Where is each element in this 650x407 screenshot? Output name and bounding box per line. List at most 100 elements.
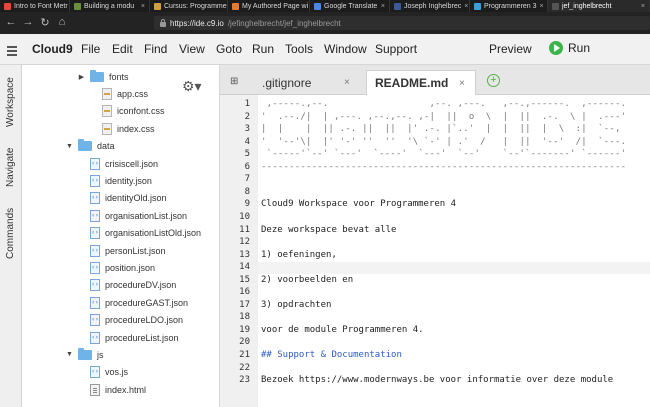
- close-icon[interactable]: ×: [381, 3, 385, 10]
- tree-file[interactable]: ‹› organisationListOld.json: [78, 225, 201, 242]
- chevron-down-icon[interactable]: ▼: [66, 143, 73, 150]
- menu-goto[interactable]: Goto: [216, 42, 242, 56]
- chevron-right-icon[interactable]: ▶: [78, 73, 85, 81]
- line-number-gutter: 1 2 3 4 5 6 7 8 9 10 11 12 13 14 15 16 17 18 19 20 21 22 23: [220, 95, 258, 407]
- tree-file[interactable]: ‹› procedureList.json: [78, 329, 179, 346]
- home-icon[interactable]: ⌂: [55, 16, 69, 28]
- tree-folder[interactable]: ▼ data: [66, 138, 115, 155]
- forward-icon[interactable]: →: [21, 16, 35, 28]
- browser-tab[interactable]: Joseph Inghelbrec ×: [390, 0, 470, 12]
- code-editor[interactable]: 1 2 3 4 5 6 7 8 9 10 11 12 13 14 15 16 17 18 19 20 21 22 23 ,-…: [220, 95, 650, 407]
- tree-item-label: procedureLDO.json: [105, 315, 184, 326]
- browser-tab[interactable]: Programmeren 3 ×: [470, 0, 548, 12]
- tree-file[interactable]: ‹› organisationList.json: [78, 207, 187, 224]
- line-number: 18: [239, 312, 250, 323]
- tree-file[interactable]: index.css: [90, 120, 155, 137]
- tree-item-label: identityOld.json: [105, 193, 167, 204]
- close-icon[interactable]: ×: [141, 3, 145, 10]
- line-number: 11: [239, 224, 250, 235]
- close-icon[interactable]: ×: [641, 3, 645, 10]
- browser-tab[interactable]: Building a modu ×: [70, 0, 150, 12]
- code-line: voor de module Programmeren 4.: [261, 324, 424, 335]
- tree-file[interactable]: ‹› crisiscell.json: [78, 155, 158, 172]
- tree-file[interactable]: app.css: [90, 85, 148, 102]
- browser-tab-title: jef_inghelbrecht: [562, 2, 612, 10]
- tree-file[interactable]: ‹› procedureLDO.json: [78, 312, 183, 329]
- line-number: 20: [239, 337, 250, 348]
- tree-file[interactable]: ‹› personList.json: [78, 242, 166, 259]
- browser-tab[interactable]: jef_inghelbrecht ×: [548, 0, 650, 12]
- tree-item-label: data: [97, 141, 115, 152]
- line-number: 19: [239, 324, 250, 335]
- json-file-icon: ‹›: [90, 174, 100, 187]
- close-icon[interactable]: ×: [464, 3, 468, 10]
- settings-gear-icon[interactable]: ⚙▾: [182, 78, 202, 95]
- hamburger-icon[interactable]: [7, 46, 17, 58]
- tree-item-label: organisationList.json: [105, 210, 188, 221]
- line-number: 13: [239, 249, 250, 260]
- tree-file[interactable]: ‹› procedureDV.json: [78, 277, 176, 294]
- back-icon[interactable]: ←: [4, 16, 18, 28]
- close-icon[interactable]: ×: [344, 77, 350, 88]
- tree-item-label: identity.json: [105, 175, 152, 186]
- tree-file[interactable]: index.html: [78, 381, 146, 398]
- tree-folder[interactable]: ▼ js: [66, 346, 104, 363]
- tab-readme[interactable]: README.md ×: [366, 70, 476, 95]
- tree-file[interactable]: ‹› position.json: [78, 259, 155, 276]
- panel-menu-icon[interactable]: ⊞: [230, 76, 238, 87]
- tree-file[interactable]: ‹› vos.js: [78, 364, 128, 381]
- reload-icon[interactable]: ↻: [38, 16, 52, 29]
- json-file-icon: ‹›: [90, 244, 100, 257]
- menu-window[interactable]: Window: [324, 42, 367, 56]
- tree-item-label: personList.json: [105, 245, 166, 256]
- browser-tab[interactable]: My Authored Page wi×: [228, 0, 310, 12]
- menu-edit[interactable]: Edit: [112, 42, 133, 56]
- side-panel-rail: Workspace Navigate Commands: [0, 65, 22, 407]
- tab-label: .gitignore: [262, 75, 312, 90]
- run-button[interactable]: Run: [549, 41, 590, 55]
- preview-button[interactable]: Preview: [489, 42, 532, 56]
- css-file-icon: [102, 87, 112, 100]
- line-number: 6: [244, 161, 250, 172]
- tab-workspace[interactable]: Workspace: [0, 71, 22, 133]
- menu-file[interactable]: File: [81, 42, 100, 56]
- tree-item-label: js: [97, 349, 104, 360]
- folder-icon: [78, 139, 92, 152]
- menu-find[interactable]: Find: [144, 42, 167, 56]
- line-number: 5: [244, 149, 250, 160]
- close-icon[interactable]: ×: [540, 3, 544, 10]
- url-field[interactable]: https://ide.c9.io/jefinghelbrecht/jef_in…: [154, 16, 650, 30]
- menu-view[interactable]: View: [179, 42, 205, 56]
- code-line: `-----'`--' `---' `----' `---' `--' `--'…: [261, 149, 627, 160]
- favicon-icon: [4, 2, 11, 10]
- line-number: 9: [244, 199, 250, 210]
- tree-item-label: procedureDV.json: [105, 280, 177, 291]
- tree-file[interactable]: ‹› identity.json: [78, 172, 152, 189]
- line-number: 22: [239, 362, 250, 373]
- browser-tab[interactable]: Google Translate ×: [310, 0, 390, 12]
- tab-gitignore[interactable]: .gitignore ×: [254, 70, 362, 95]
- favicon-icon: [474, 2, 481, 10]
- line-number: 1: [244, 99, 250, 109]
- tree-folder[interactable]: ▶ fonts: [78, 68, 129, 85]
- tree-item-label: index.css: [117, 123, 155, 134]
- tab-commands[interactable]: Commands: [0, 201, 22, 265]
- tab-navigate[interactable]: Navigate: [0, 139, 22, 195]
- browser-tab[interactable]: Intro to Font Metr×: [0, 0, 70, 12]
- new-tab-button[interactable]: +: [487, 74, 500, 87]
- menu-cloud9[interactable]: Cloud9: [32, 42, 73, 56]
- url-host: https://ide.c9.io: [170, 18, 224, 28]
- chevron-down-icon[interactable]: ▼: [66, 351, 73, 358]
- json-file-icon: ‹›: [90, 192, 100, 205]
- line-number: 21: [239, 350, 250, 360]
- tree-file[interactable]: ‹› procedureGAST.json: [78, 294, 188, 311]
- browser-tab[interactable]: Cursus: Programmer×: [150, 0, 228, 12]
- tree-file[interactable]: iconfont.css: [90, 103, 165, 120]
- close-icon[interactable]: ×: [459, 78, 465, 89]
- menu-tools[interactable]: Tools: [285, 42, 313, 56]
- menu-run[interactable]: Run: [252, 42, 274, 56]
- menu-support[interactable]: Support: [375, 42, 417, 56]
- tree-file[interactable]: ‹› identityOld.json: [78, 190, 167, 207]
- code-line: ----------------------------------------…: [261, 161, 627, 172]
- line-number: 4: [244, 136, 250, 147]
